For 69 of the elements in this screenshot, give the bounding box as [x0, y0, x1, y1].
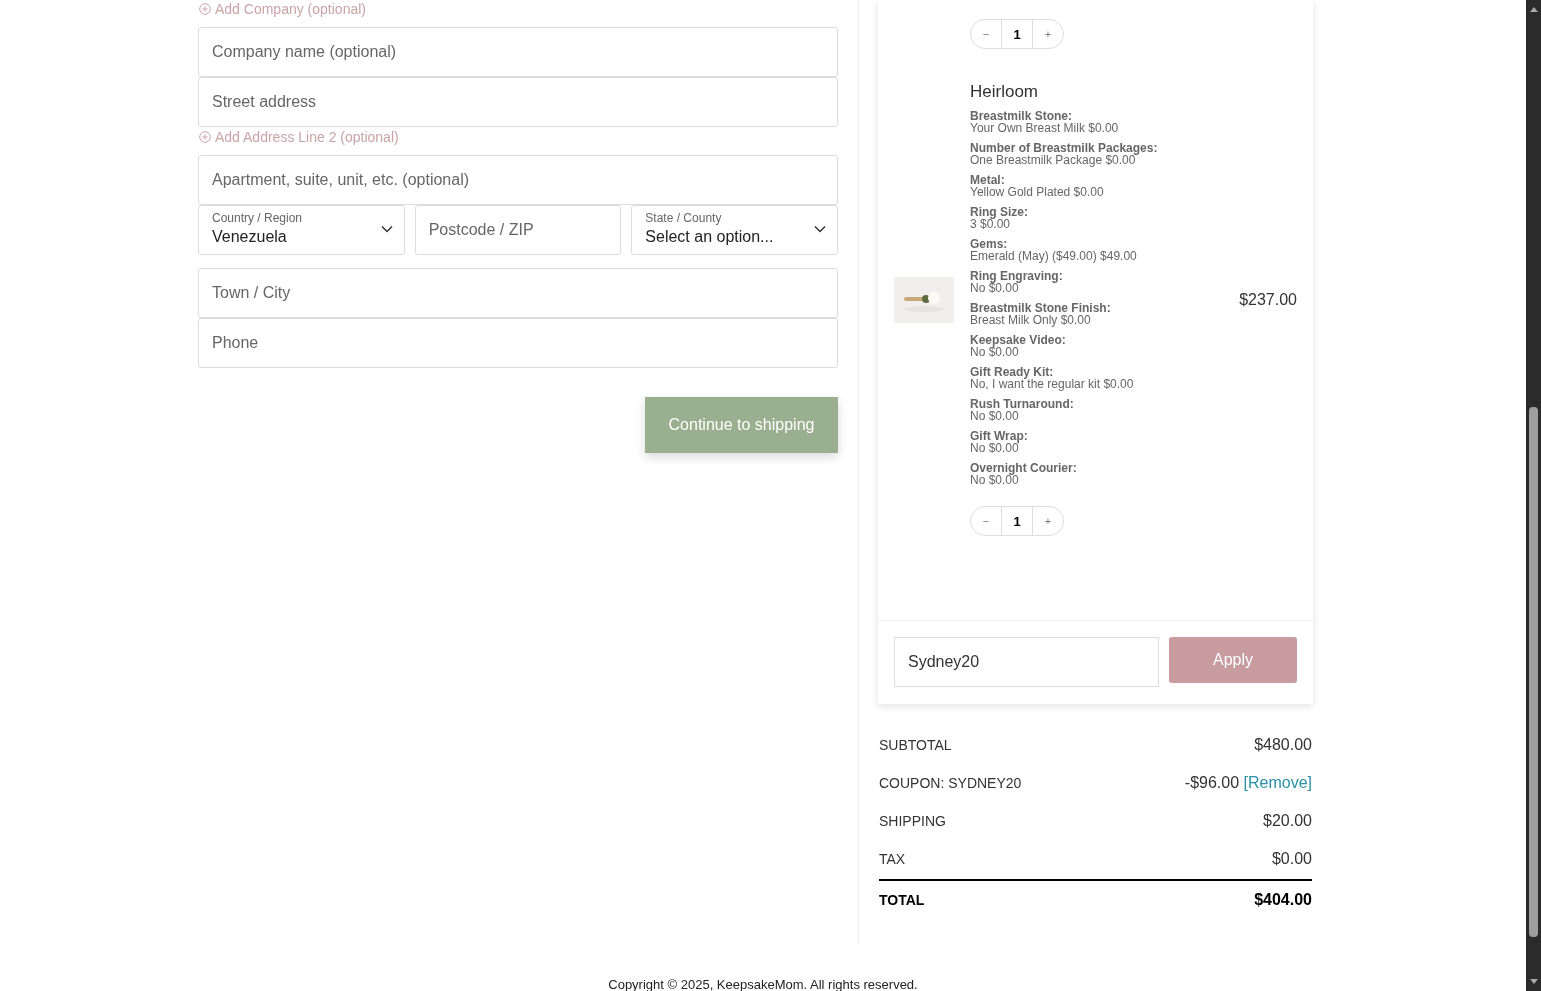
option-label: Gift Ready Kit:: [970, 366, 1054, 378]
total-value: $0.00: [1271, 850, 1312, 868]
option-value: One Breastmilk Package $0.00: [970, 154, 1136, 166]
total-label: SHIPPING: [879, 813, 946, 829]
option-value: No $0.00: [970, 474, 1019, 486]
coupon-field[interactable]: Sydney20: [894, 637, 1159, 687]
select-value: Venezuela: [212, 227, 287, 247]
option-label: Ring Size:: [970, 206, 1029, 218]
text-field[interactable]: Town / City: [198, 268, 838, 318]
select-label: State / County: [645, 210, 722, 226]
total-label: TOTAL: [879, 892, 925, 908]
decrease-button[interactable]: −: [971, 507, 1001, 535]
total-value: $20.00: [1263, 812, 1312, 830]
quantity-value: 1: [1001, 507, 1033, 535]
option-value: No $0.00: [970, 442, 1019, 454]
total-label: COUPON: SYDNEY20: [879, 775, 1022, 791]
chevron-down-icon: [814, 225, 826, 233]
option-label: Number of Breastmilk Packages:: [970, 142, 1159, 154]
option-value: Your Own Breast Milk $0.00: [970, 122, 1120, 134]
option-label: Keepsake Video:: [970, 334, 1067, 346]
option-value: Breast Milk Only $0.00: [970, 314, 1092, 326]
discount-value: -$96.00: [1184, 774, 1240, 791]
option-label: Breastmilk Stone:: [970, 110, 1074, 122]
text-field[interactable]: Postcode / ZIP: [414, 205, 622, 255]
select-field[interactable]: Country / Region Venezuela: [198, 205, 405, 255]
option-label: Rush Turnaround:: [970, 398, 1075, 410]
option-label: Breastmilk Stone Finish:: [970, 302, 1112, 314]
continue-button[interactable]: Continue to shipping: [645, 397, 838, 453]
total-label: SUBTOTAL: [879, 737, 952, 753]
total-value: $480.00: [1254, 736, 1312, 754]
select-value: Select an option...: [645, 227, 774, 247]
copyright-text: Copyright © 2025, KeepsakeMom. All rights reserved.: [607, 977, 919, 991]
product-name: Heirloom: [970, 82, 1040, 102]
select-label: Country / Region: [212, 210, 303, 226]
total-label: TAX: [879, 851, 906, 867]
scroll-up-icon: [1529, 7, 1538, 12]
option-value: No $0.00: [970, 346, 1019, 358]
text-field[interactable]: Phone: [198, 318, 838, 368]
text-field[interactable]: Street address: [198, 77, 838, 127]
plus-circle-icon: [199, 2, 211, 15]
option-value: No $0.00: [970, 282, 1020, 294]
text-field[interactable]: Apartment, suite, unit, etc. (optional): [198, 155, 838, 205]
option-value: Yellow Gold Plated $0.00: [970, 186, 1105, 198]
add-address-link[interactable]: Add Address Line 2 (optional): [199, 128, 838, 145]
option-value: No, I want the regular kit $0.00: [970, 378, 1135, 390]
item-price: $237.00: [1239, 291, 1297, 309]
option-label: Overnight Courier:: [970, 462, 1078, 474]
apply-button[interactable]: Apply: [1169, 637, 1297, 683]
option-value: 3 $0.00: [970, 218, 1012, 230]
option-label: Gift Wrap:: [970, 430, 1029, 442]
scrollbar-thumb[interactable]: [1529, 407, 1538, 937]
option-label: Metal:: [970, 174, 1006, 186]
remove-link[interactable]: [Remove]: [1243, 774, 1312, 791]
scroll-down-icon: [1529, 979, 1538, 984]
option-label: Gems:: [970, 238, 1009, 250]
increase-button[interactable]: +: [1033, 20, 1063, 48]
plus-circle-icon: [199, 130, 211, 143]
add-company-link[interactable]: Add Company (optional): [199, 0, 838, 17]
total-value: $404.00: [1254, 891, 1312, 909]
quantity-value: 1: [1001, 20, 1033, 48]
option-value: No $0.00: [970, 410, 1020, 422]
scrollbar[interactable]: [1526, 0, 1541, 991]
option-value: Emerald (May) ($49.00) $49.00: [970, 250, 1138, 262]
select-field[interactable]: State / County Select an option...: [631, 205, 838, 255]
text-field[interactable]: Company name (optional): [198, 27, 838, 77]
chevron-down-icon: [380, 225, 393, 233]
option-label: Ring Engraving:: [970, 270, 1064, 282]
increase-button[interactable]: +: [1033, 507, 1063, 535]
decrease-button[interactable]: −: [971, 20, 1001, 48]
